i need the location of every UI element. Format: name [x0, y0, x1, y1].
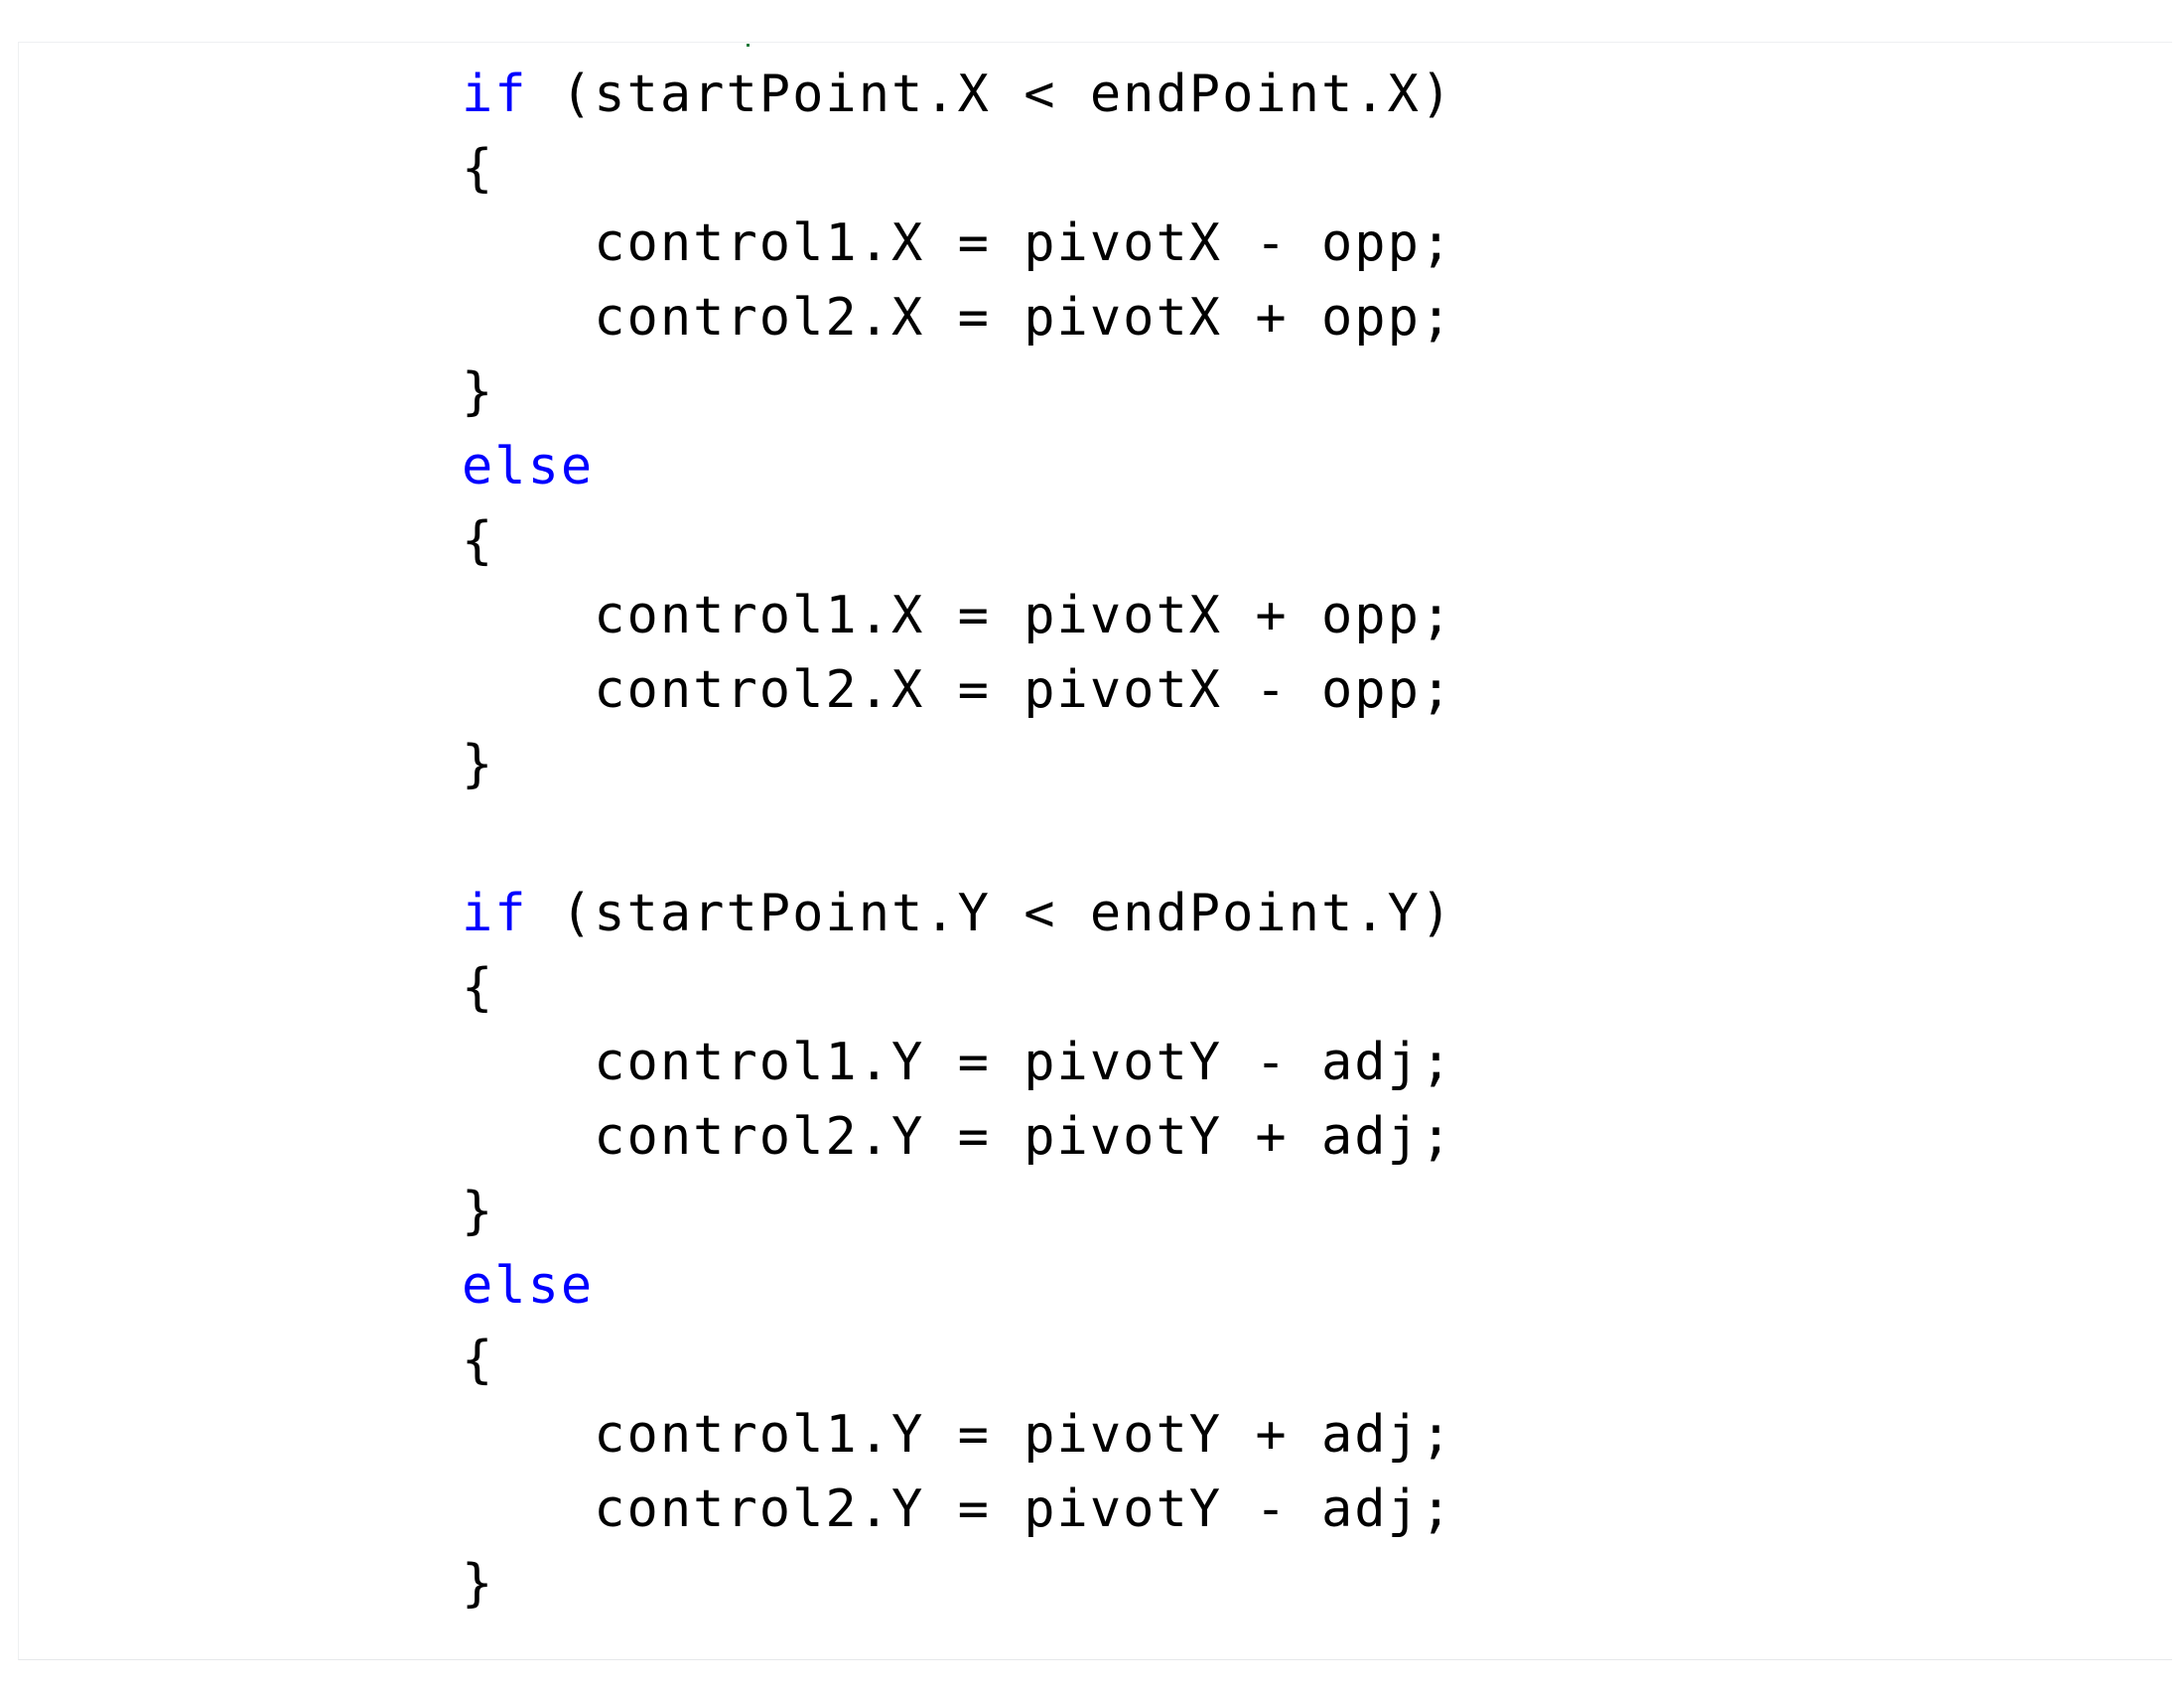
code-line[interactable]: control1.Y = pivotY - adj;: [462, 1026, 1453, 1100]
code-line[interactable]: {: [462, 504, 1453, 579]
code-line[interactable]: }: [462, 1175, 1453, 1249]
code-text: {: [462, 511, 495, 571]
code-line[interactable]: {: [462, 1324, 1453, 1398]
code-line[interactable]: control2.X = pivotX + opp;: [462, 281, 1453, 355]
code-text: control1.X = pivotX + opp;: [594, 586, 1454, 645]
code-text: (startPoint.Y < endPoint.Y): [527, 884, 1454, 943]
code-keyword: if: [462, 65, 528, 124]
code-line[interactable]: {: [462, 951, 1453, 1026]
code-text: control2.X = pivotX + opp;: [594, 288, 1454, 348]
code-text: control1.Y = pivotY - adj;: [594, 1033, 1454, 1092]
code-keyword: else: [462, 1256, 595, 1316]
code-text: {: [462, 139, 495, 199]
code-text: {: [462, 958, 495, 1018]
code-text: }: [462, 1182, 495, 1241]
code-text: }: [462, 1554, 495, 1614]
code-line[interactable]: if (startPoint.Y < endPoint.Y): [462, 877, 1453, 951]
code-line[interactable]: }: [462, 1547, 1453, 1621]
code-line[interactable]: control2.Y = pivotY + adj;: [462, 1100, 1453, 1175]
code-line[interactable]: }: [462, 355, 1453, 430]
code-line[interactable]: control1.X = pivotX - opp;: [462, 207, 1453, 281]
code-text: {: [462, 1331, 495, 1390]
code-text: }: [462, 735, 495, 794]
code-line[interactable]: {: [462, 132, 1453, 207]
code-text: (startPoint.X < endPoint.X): [527, 65, 1454, 124]
code-keyword: else: [462, 437, 595, 496]
code-line[interactable]: control2.Y = pivotY - adj;: [462, 1473, 1453, 1547]
code-text: control2.X = pivotX - opp;: [594, 660, 1454, 720]
code-block[interactable]: if (startPoint.X < endPoint.X) { control1…: [462, 58, 1453, 1621]
code-line[interactable]: }: [462, 728, 1453, 802]
code-line[interactable]: control1.Y = pivotY + adj;: [462, 1398, 1453, 1473]
code-text: control1.X = pivotX - opp;: [594, 213, 1454, 273]
code-text: control2.Y = pivotY - adj;: [594, 1479, 1454, 1539]
code-text: }: [462, 362, 495, 422]
code-line[interactable]: [462, 802, 1453, 877]
code-line[interactable]: else: [462, 1249, 1453, 1324]
code-editor-window: if (startPoint.X < endPoint.X) { control1…: [0, 0, 2184, 1688]
code-text: control1.Y = pivotY + adj;: [594, 1405, 1454, 1465]
text-cursor-marker: [747, 44, 750, 47]
code-line[interactable]: if (startPoint.X < endPoint.X): [462, 58, 1453, 132]
code-line[interactable]: control1.X = pivotX + opp;: [462, 579, 1453, 653]
code-text: control2.Y = pivotY + adj;: [594, 1107, 1454, 1167]
code-line[interactable]: else: [462, 430, 1453, 504]
code-keyword: if: [462, 884, 528, 943]
code-line[interactable]: control2.X = pivotX - opp;: [462, 653, 1453, 728]
